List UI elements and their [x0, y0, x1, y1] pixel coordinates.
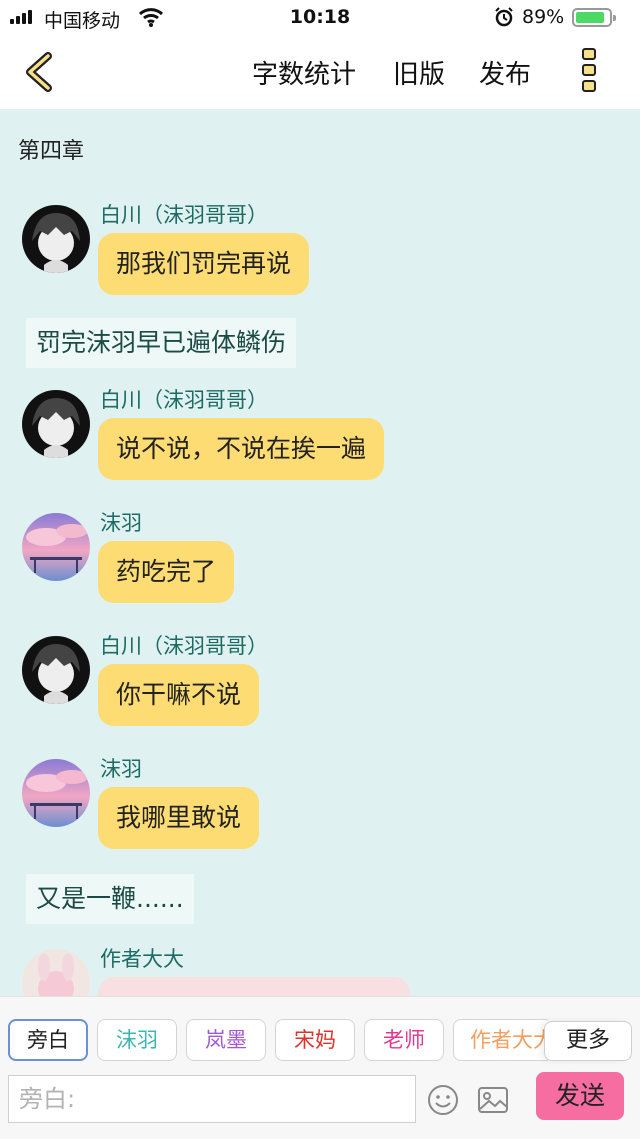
sender-name: 沫羽 [100, 757, 142, 781]
sunset-avatar-icon[interactable] [22, 759, 90, 827]
old-version-button[interactable]: 旧版 [393, 54, 445, 91]
back-arrow-icon[interactable] [22, 52, 58, 92]
sender-name: 白川（沫羽哥哥） [100, 388, 268, 412]
message-bubble[interactable]: 药吃完了 [98, 541, 235, 603]
sunset-avatar-icon[interactable] [22, 513, 90, 581]
message-bubble[interactable]: 说不说，不说在挨一遍 [98, 418, 385, 480]
chat-area[interactable]: 第四章 白川（沫羽哥哥） 那我们罚完再说 罚完沫羽早已遍体鳞伤 白川（沫羽哥哥）… [0, 109, 640, 996]
boy-avatar-icon[interactable] [22, 636, 90, 704]
message-bubble[interactable]: 你干嘛不说 [98, 664, 260, 726]
signal-icon [10, 10, 32, 24]
boy-avatar-icon[interactable] [22, 390, 90, 458]
sender-name: 沫羽 [100, 511, 142, 535]
narration-text[interactable]: 罚完沫羽早已遍体鳞伤 [26, 318, 297, 368]
battery-percent: 89% [522, 6, 565, 28]
author-avatar-icon[interactable] [22, 949, 90, 996]
message-input[interactable] [8, 1075, 416, 1123]
role-chip-moyu[interactable]: 沫羽 [97, 1019, 177, 1061]
battery-icon [572, 8, 616, 27]
word-count-button[interactable]: 字数统计 [252, 54, 356, 91]
role-selector: 旁白 沫羽 岚墨 宋妈 老师 作者大大 [0, 1019, 548, 1063]
wifi-icon [138, 6, 164, 33]
message-bubble[interactable] [98, 977, 410, 996]
sender-name: 白川（沫羽哥哥） [100, 203, 268, 227]
publish-button[interactable]: 发布 [479, 54, 531, 91]
boy-avatar-icon[interactable] [22, 205, 90, 273]
sender-name: 作者大大 [100, 947, 184, 971]
message-bubble[interactable]: 那我们罚完再说 [98, 233, 310, 295]
status-bar: 中国移动 10:18 89% [0, 0, 640, 36]
alarm-icon [494, 7, 514, 32]
more-roles-button[interactable]: 更多 [544, 1021, 632, 1061]
role-chip-narrator[interactable]: 旁白 [8, 1019, 88, 1061]
message-bubble[interactable]: 我哪里敢说 [98, 787, 260, 849]
narration-text[interactable]: 又是一鞭...... [26, 874, 194, 924]
nav-bar: 字数统计 旧版 发布 [0, 36, 640, 109]
composer-bar: 旁白 沫羽 岚墨 宋妈 老师 作者大大 更多 发送 [0, 996, 640, 1139]
more-menu-icon[interactable] [578, 48, 600, 96]
chapter-title: 第四章 [18, 139, 85, 164]
role-chip-lanmo[interactable]: 岚墨 [186, 1019, 266, 1061]
role-chip-songma[interactable]: 宋妈 [275, 1019, 355, 1061]
image-icon[interactable] [476, 1083, 510, 1117]
sender-name: 白川（沫羽哥哥） [100, 634, 268, 658]
send-button[interactable]: 发送 [536, 1072, 624, 1120]
role-chip-teacher[interactable]: 老师 [364, 1019, 444, 1061]
role-chip-author[interactable]: 作者大大 [453, 1019, 548, 1061]
carrier-label: 中国移动 [44, 10, 121, 32]
emoji-icon[interactable] [426, 1083, 460, 1117]
